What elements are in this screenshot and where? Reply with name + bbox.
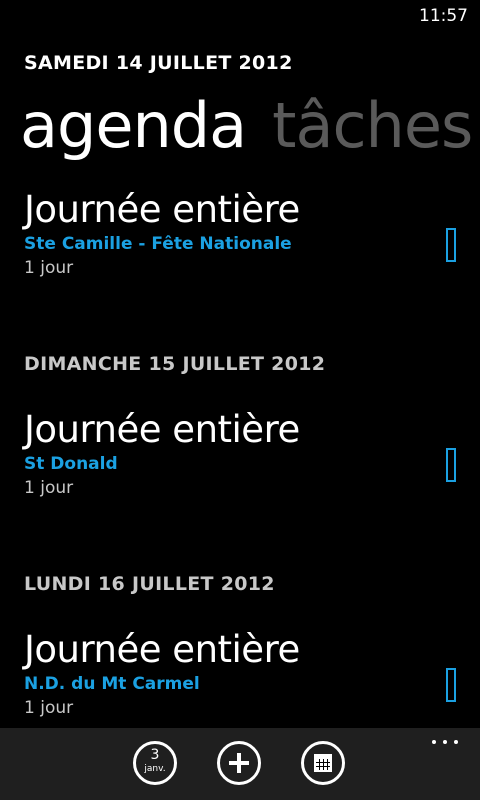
- month-view-button[interactable]: [301, 741, 345, 785]
- event-marker-icon: [446, 668, 456, 702]
- app-bar: 3 janv.: [0, 728, 480, 800]
- pivot-header: agenda tâches: [20, 86, 480, 166]
- today-day-number: 3: [150, 747, 160, 763]
- clock: 11:57: [419, 6, 468, 26]
- tab-taches[interactable]: tâches: [272, 89, 473, 162]
- today-button[interactable]: 3 janv.: [133, 741, 177, 785]
- event-marker-icon: [446, 448, 456, 482]
- event-item[interactable]: Journée entière St Donald 1 jour: [24, 408, 480, 508]
- event-duration: 1 jour: [24, 258, 74, 278]
- day-header: DIMANCHE 15 JUILLET 2012: [24, 353, 326, 375]
- event-item[interactable]: Journée entière Ste Camille - Fête Natio…: [24, 188, 480, 288]
- today-month-label: janv.: [144, 764, 166, 774]
- event-title: Journée entière: [24, 188, 300, 231]
- event-marker-icon: [446, 228, 456, 262]
- tab-agenda[interactable]: agenda: [20, 89, 247, 162]
- add-button[interactable]: [217, 741, 261, 785]
- event-duration: 1 jour: [24, 478, 74, 498]
- calendar-icon: [314, 754, 332, 772]
- more-button[interactable]: [432, 738, 460, 746]
- event-item[interactable]: Journée entière N.D. du Mt Carmel 1 jour: [24, 628, 480, 728]
- event-title: Journée entière: [24, 628, 300, 671]
- status-bar: 11:57: [0, 0, 480, 32]
- day-header: LUNDI 16 JUILLET 2012: [24, 573, 275, 595]
- more-icon: [432, 740, 436, 744]
- event-subtitle: Ste Camille - Fête Nationale: [24, 234, 292, 254]
- event-title: Journée entière: [24, 408, 300, 451]
- page-date-header: SAMEDI 14 JUILLET 2012: [24, 52, 293, 74]
- event-subtitle: N.D. du Mt Carmel: [24, 674, 200, 694]
- event-subtitle: St Donald: [24, 454, 118, 474]
- event-duration: 1 jour: [24, 698, 74, 718]
